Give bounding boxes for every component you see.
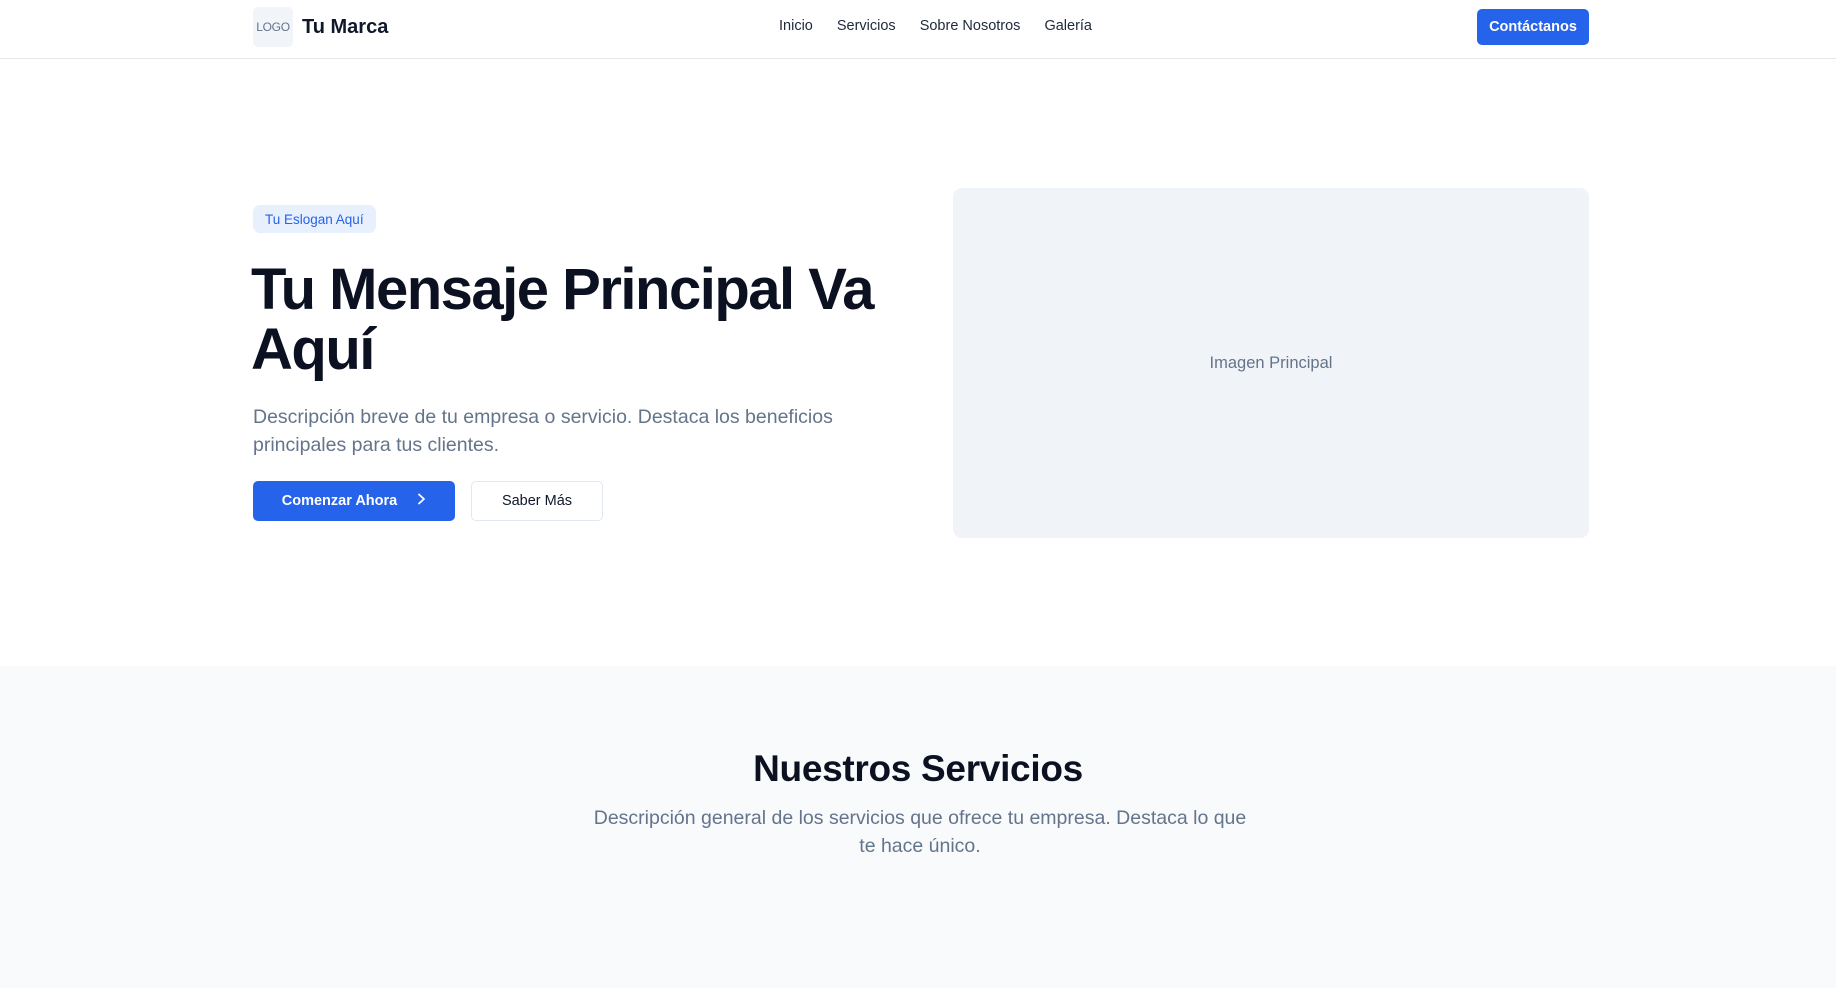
logo-placeholder: LOGO: [253, 7, 293, 47]
nav-link-sobre-nosotros[interactable]: Sobre Nosotros: [920, 18, 1021, 34]
services-section: Nuestros Servicios Descripción general d…: [0, 666, 1836, 988]
start-now-label: Comenzar Ahora: [281, 493, 398, 509]
start-now-button[interactable]: Comenzar Ahora: [253, 481, 455, 521]
nav-link-inicio[interactable]: Inicio: [779, 18, 813, 34]
services-title: Nuestros Servicios: [753, 748, 1083, 789]
hero-title: Tu Mensaje Principal Va Aquí: [251, 257, 875, 382]
brand-name: Tu Marca: [302, 15, 389, 38]
chevron-right-icon: [417, 492, 426, 510]
hero-description: Descripción breve de tu empresa o servic…: [253, 406, 833, 456]
nav-link-galeria[interactable]: Galería: [1044, 18, 1092, 34]
brand[interactable]: LOGO Tu Marca: [253, 7, 388, 47]
hero-badge: Tu Eslogan Aquí: [253, 205, 376, 233]
services-description: Descripción general de los servicios que…: [593, 807, 1247, 857]
hero-image-placeholder: Imagen Principal: [953, 188, 1589, 538]
nav-link-servicios[interactable]: Servicios: [837, 18, 896, 34]
learn-more-button[interactable]: Saber Más: [471, 481, 603, 521]
hero-image-label: Imagen Principal: [1209, 353, 1333, 372]
main-nav: Inicio Servicios Sobre Nosotros Galería: [779, 18, 1116, 34]
contact-button[interactable]: Contáctanos: [1477, 9, 1589, 45]
navbar: LOGO Tu Marca Inicio Servicios Sobre Nos…: [0, 0, 1836, 59]
